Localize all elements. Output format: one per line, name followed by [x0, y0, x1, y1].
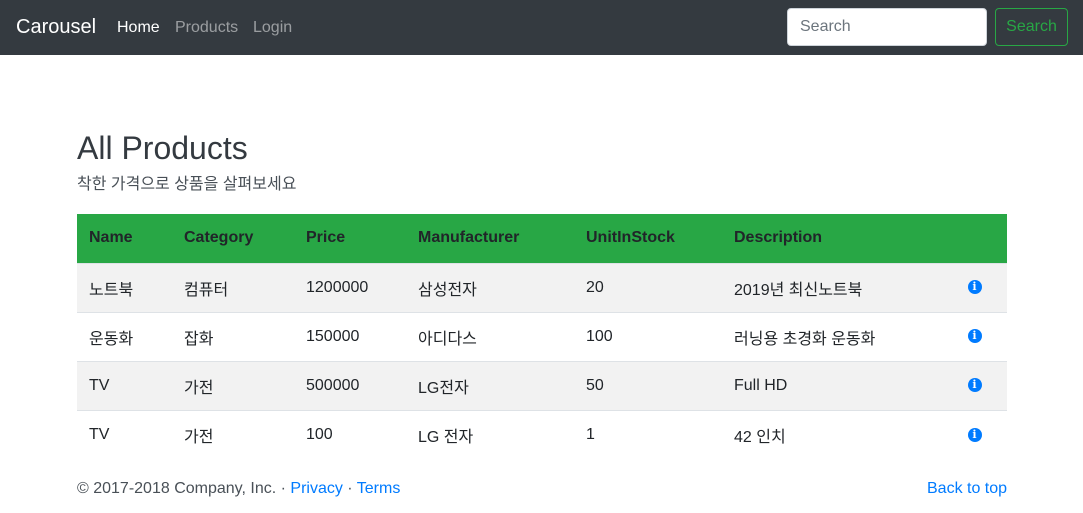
- column-header-description: Description: [722, 214, 942, 263]
- cell-manufacturer: 삼성전자: [406, 262, 574, 312]
- cell-manufacturer: LG 전자: [406, 409, 574, 459]
- cell-action: i: [942, 360, 1007, 410]
- info-circle-icon[interactable]: i: [967, 329, 982, 344]
- cell-description: 러닝용 초경화 운동화: [722, 311, 942, 361]
- column-header-unit-in-stock: UnitInStock: [574, 214, 722, 263]
- table-row: TV 가전 500000 LG전자 50 Full HD i: [77, 360, 1007, 410]
- page-subtitle: 착한 가격으로 상품을 살펴보세요: [77, 176, 297, 193]
- info-circle-icon[interactable]: i: [967, 280, 982, 295]
- cell-name: TV: [77, 409, 172, 459]
- cell-description: Full HD: [722, 360, 942, 410]
- info-circle-icon[interactable]: i: [967, 427, 982, 442]
- cell-name: 노트북: [77, 262, 172, 312]
- cell-category: 가전: [172, 360, 294, 410]
- nav-link-products[interactable]: Products: [175, 18, 238, 38]
- back-to-top-link[interactable]: Back to top: [927, 479, 1007, 499]
- copyright-text: © 2017-2018 Company, Inc. ·: [77, 480, 291, 497]
- cell-description: 2019년 최신노트북: [722, 262, 942, 312]
- nav-link-home[interactable]: Home: [117, 18, 160, 38]
- table-header-row: Name Category Price Manufacturer UnitInS…: [77, 214, 1007, 263]
- cell-name: TV: [77, 360, 172, 410]
- cell-manufacturer: LG전자: [406, 360, 574, 410]
- search-input[interactable]: [787, 8, 987, 46]
- column-header-action: [942, 214, 1007, 263]
- cell-unit-in-stock: 1: [574, 409, 722, 459]
- table-row: 노트북 컴퓨터 1200000 삼성전자 20 2019년 최신노트북 i: [77, 262, 1007, 312]
- cell-unit-in-stock: 50: [574, 360, 722, 410]
- footer-separator: ·: [342, 480, 357, 497]
- cell-action: i: [942, 262, 1007, 312]
- table-row: TV 가전 100 LG 전자 1 42 인치 i: [77, 409, 1007, 459]
- cell-description: 42 인치: [722, 409, 942, 459]
- terms-link[interactable]: Terms: [357, 480, 401, 497]
- privacy-link[interactable]: Privacy: [290, 480, 342, 497]
- cell-category: 가전: [172, 409, 294, 459]
- cell-price: 500000: [294, 360, 406, 410]
- cell-price: 100: [294, 409, 406, 459]
- page-title: All Products: [77, 130, 248, 166]
- cell-manufacturer: 아디다스: [406, 311, 574, 361]
- cell-action: i: [942, 311, 1007, 361]
- cell-unit-in-stock: 20: [574, 262, 722, 312]
- cell-price: 150000: [294, 311, 406, 361]
- column-header-category: Category: [172, 214, 294, 263]
- brand-logo[interactable]: Carousel: [16, 15, 96, 39]
- info-circle-icon[interactable]: i: [967, 378, 982, 393]
- column-header-manufacturer: Manufacturer: [406, 214, 574, 263]
- cell-category: 잡화: [172, 311, 294, 361]
- top-navbar: Carousel Home Products Login Search: [0, 0, 1083, 55]
- products-table: Name Category Price Manufacturer UnitInS…: [77, 214, 1007, 459]
- cell-name: 운동화: [77, 311, 172, 361]
- footer-copyright: © 2017-2018 Company, Inc. · Privacy · Te…: [77, 479, 400, 499]
- search-button[interactable]: Search: [995, 8, 1068, 46]
- table-row: 운동화 잡화 150000 아디다스 100 러닝용 초경화 운동화 i: [77, 311, 1007, 361]
- cell-unit-in-stock: 100: [574, 311, 722, 361]
- nav-link-login[interactable]: Login: [253, 18, 292, 38]
- cell-action: i: [942, 409, 1007, 459]
- cell-category: 컴퓨터: [172, 262, 294, 312]
- column-header-name: Name: [77, 214, 172, 263]
- column-header-price: Price: [294, 214, 406, 263]
- cell-price: 1200000: [294, 262, 406, 312]
